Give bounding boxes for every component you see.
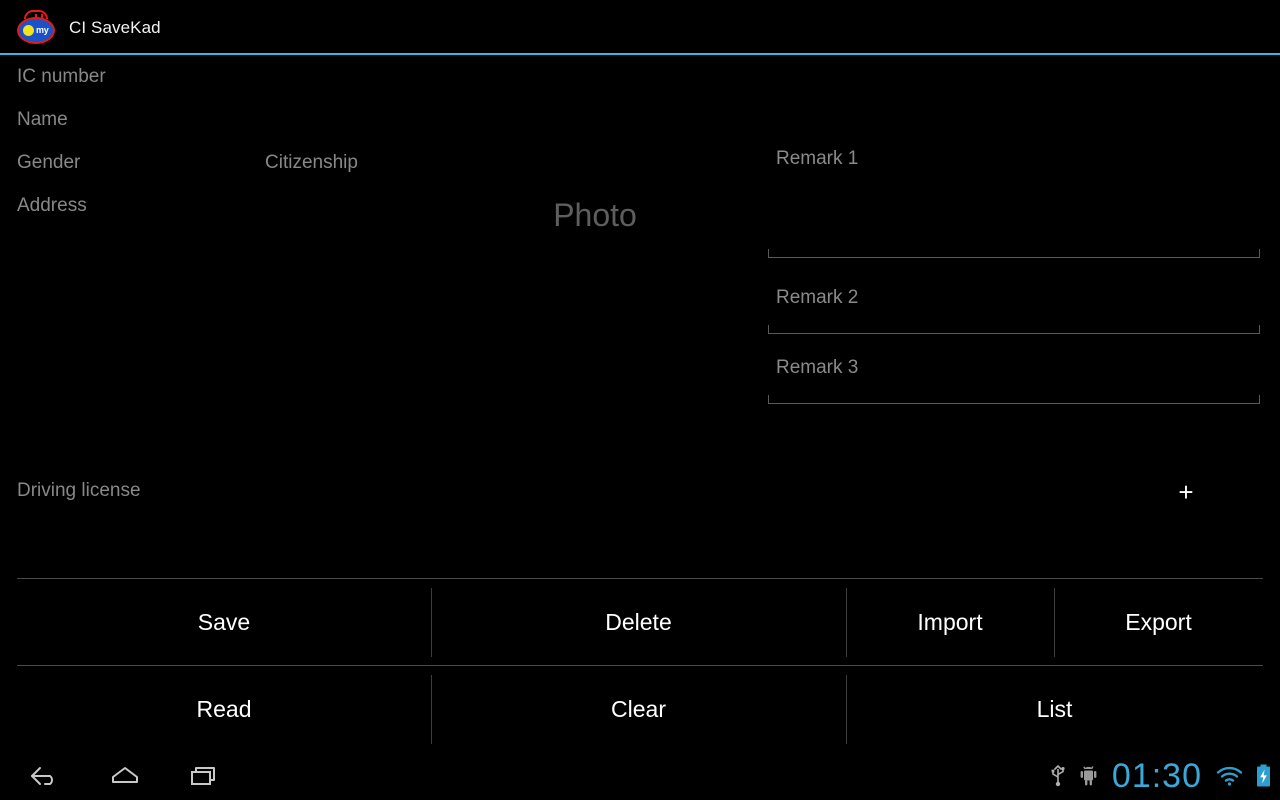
remark-2-input[interactable]: Remark 2: [768, 287, 1260, 334]
wifi-icon: [1216, 765, 1243, 787]
gender-input[interactable]: Gender: [17, 152, 80, 174]
battery-charging-icon: [1255, 764, 1272, 788]
recent-apps-icon[interactable]: [165, 752, 245, 800]
remark-1-underline: [768, 249, 1260, 258]
export-button[interactable]: Export: [1054, 579, 1263, 666]
status-clock: 01:30: [1111, 757, 1202, 795]
list-button[interactable]: List: [846, 666, 1263, 753]
app-title: CI SaveKad: [69, 17, 161, 37]
action-bar: my CI SaveKad: [0, 0, 1280, 55]
android-debug-icon: [1079, 765, 1098, 787]
remark-3-placeholder: Remark 3: [776, 357, 859, 378]
home-icon[interactable]: [85, 752, 165, 800]
accent-divider: [0, 53, 1280, 55]
logo-badge-text: my: [36, 25, 49, 35]
save-button[interactable]: Save: [17, 579, 431, 666]
import-button[interactable]: Import: [846, 579, 1054, 666]
delete-button[interactable]: Delete: [431, 579, 846, 666]
my-kad-logo-icon: my: [15, 9, 57, 46]
android-screen: my CI SaveKad IC number Name Gender Citi…: [0, 0, 1280, 800]
clear-button[interactable]: Clear: [431, 666, 846, 753]
back-arrow-icon[interactable]: [5, 752, 85, 800]
ic-number-input[interactable]: IC number: [17, 66, 106, 88]
plus-icon[interactable]: +: [1160, 470, 1212, 514]
button-row-1: Save Delete Import Export: [17, 579, 1263, 666]
logo-dot: [23, 24, 34, 36]
remark-1-input[interactable]: Remark 1: [768, 148, 1260, 258]
citizenship-input[interactable]: Citizenship: [265, 152, 358, 174]
remark-2-placeholder: Remark 2: [776, 287, 859, 308]
driving-license-label: Driving license: [17, 480, 141, 501]
logo-oval: my: [17, 16, 55, 44]
remark-2-underline: [768, 325, 1260, 334]
status-bar-right: 01:30: [1049, 752, 1272, 800]
remark-3-underline: [768, 395, 1260, 404]
button-row-2: Read Clear List: [17, 666, 1263, 753]
name-input[interactable]: Name: [17, 109, 68, 131]
usb-icon: [1049, 765, 1067, 787]
button-grid: Save Delete Import Export Read Clear Lis…: [17, 578, 1263, 753]
address-input[interactable]: Address: [17, 195, 87, 217]
remark-1-placeholder: Remark 1: [776, 148, 859, 169]
photo-placeholder[interactable]: Photo: [430, 186, 760, 244]
photo-label: Photo: [553, 196, 637, 233]
read-button[interactable]: Read: [17, 666, 431, 753]
remark-3-input[interactable]: Remark 3: [768, 357, 1260, 404]
